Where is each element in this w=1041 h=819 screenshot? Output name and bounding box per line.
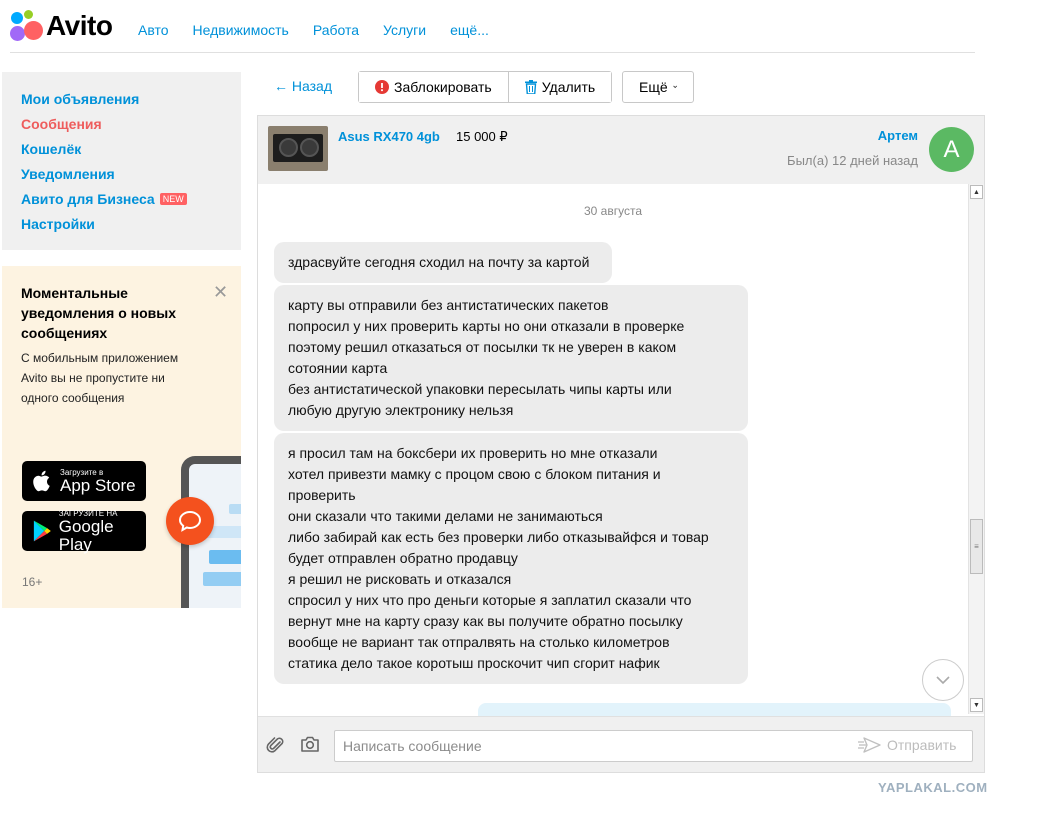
scrollbar-thumb[interactable]: ≡ <box>970 519 983 574</box>
send-button[interactable]: Отправить <box>858 737 956 753</box>
alert-icon <box>375 80 389 94</box>
chat-panel: Asus RX470 4gb 15 000 ₽ Артем Был(а) 12 … <box>257 115 985 773</box>
watermark: YAPLAKAL.COM <box>878 780 988 795</box>
app-promo: Моментальные уведомления о новых сообщен… <box>2 266 241 608</box>
promo-title: Моментальные уведомления о новых сообщен… <box>21 285 177 341</box>
avatar[interactable]: A <box>929 127 974 172</box>
sidebar-item-business[interactable]: Авито для Бизнеса NEW <box>21 186 222 211</box>
sidebar-menu: Мои объявления Сообщения Кошелёк Уведомл… <box>2 72 241 250</box>
user-name-link[interactable]: Артем <box>878 128 918 143</box>
logo-text: Avito <box>46 10 113 41</box>
close-icon[interactable]: ✕ <box>213 282 228 303</box>
sidebar-item-wallet[interactable]: Кошелёк <box>21 136 222 161</box>
app-store-button[interactable]: Загрузите в App Store <box>22 461 146 501</box>
nav-services[interactable]: Услуги <box>383 22 426 38</box>
age-rating: 16+ <box>22 575 43 589</box>
message-bubble-3: я просил там на боксбери их проверить но… <box>274 433 748 684</box>
action-button-group: Заблокировать Удалить <box>358 71 613 103</box>
chevron-down-icon <box>936 676 950 685</box>
new-badge: NEW <box>159 192 187 205</box>
top-nav: Авто Недвижимость Работа Услуги ещё... <box>138 22 489 38</box>
more-button[interactable]: Ещё <box>622 71 694 103</box>
scroll-to-bottom-button[interactable] <box>922 659 964 701</box>
nav-auto[interactable]: Авто <box>138 22 169 38</box>
camera-icon[interactable] <box>300 735 320 758</box>
item-thumbnail[interactable] <box>268 126 328 171</box>
send-icon <box>858 737 881 753</box>
google-play-button[interactable]: ЗАГРУЗИТЕ НА Google Play <box>22 509 146 554</box>
google-play-icon <box>33 520 51 542</box>
promo-text: С мобильным приложением Avito вы не проп… <box>21 351 179 405</box>
chat-header: Asus RX470 4gb 15 000 ₽ Артем Был(а) 12 … <box>258 116 984 184</box>
scroll-down-arrow-icon[interactable]: ▼ <box>970 698 983 712</box>
message-bubble-2: карту вы отправили без антистатических п… <box>274 285 748 431</box>
outgoing-message-bubble <box>478 703 951 717</box>
chevron-down-icon <box>672 85 677 89</box>
sidebar-item-notifications[interactable]: Уведомления <box>21 161 222 186</box>
logo-dots-icon <box>10 10 43 42</box>
chat-bubble-icon <box>166 497 214 545</box>
sidebar-item-messages[interactable]: Сообщения <box>21 111 222 136</box>
nav-jobs[interactable]: Работа <box>313 22 359 38</box>
nav-more[interactable]: ещё... <box>450 22 489 38</box>
scrollbar[interactable]: ▲ ≡ ▼ <box>968 184 984 714</box>
gplay-big-text: Google Play <box>58 516 114 554</box>
date-separator: 30 августа <box>583 204 642 218</box>
header-divider <box>10 52 975 53</box>
appstore-big-text: App Store <box>60 475 136 495</box>
nav-realty[interactable]: Недвижимость <box>193 22 289 38</box>
scroll-up-arrow-icon[interactable]: ▲ <box>970 185 983 199</box>
message-composer: Отправить <box>258 716 984 772</box>
item-title-link[interactable]: Asus RX470 4gb <box>338 129 440 144</box>
item-price: 15 000 ₽ <box>456 129 508 144</box>
apple-icon <box>33 470 50 492</box>
paperclip-icon[interactable] <box>266 735 286 760</box>
message-bubble-1: здрасвуйте сегодня сходил на почту за ка… <box>274 242 612 283</box>
block-button[interactable]: Заблокировать <box>359 72 508 102</box>
sidebar-item-settings[interactable]: Настройки <box>21 211 222 236</box>
trash-icon <box>524 80 537 94</box>
last-seen-text: Был(а) 12 дней назад <box>787 153 918 168</box>
back-link[interactable]: ← Назад <box>274 78 332 94</box>
sidebar-item-my-ads[interactable]: Мои объявления <box>21 86 222 111</box>
delete-button[interactable]: Удалить <box>507 72 612 102</box>
avito-logo[interactable]: Avito <box>10 10 113 42</box>
